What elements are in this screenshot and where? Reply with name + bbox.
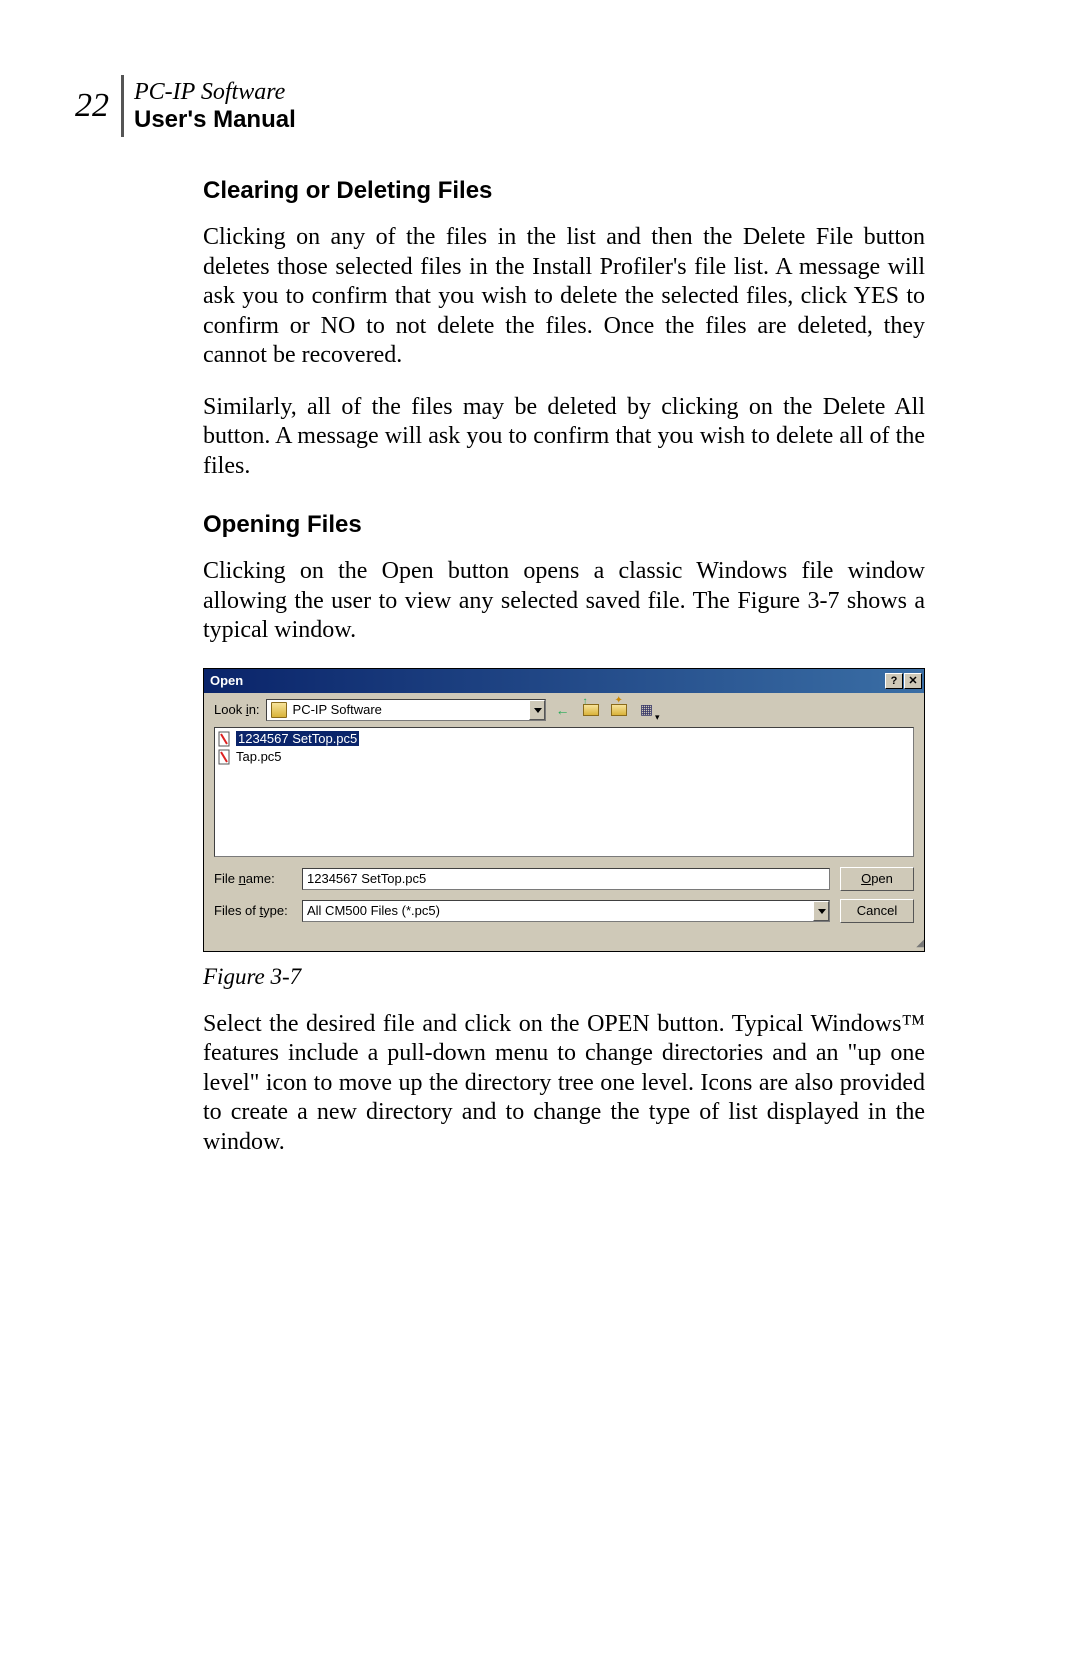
lookin-dropdown-button[interactable]	[529, 700, 545, 720]
up-one-level-icon[interactable]	[580, 699, 602, 721]
lookin-label: Look in:	[214, 702, 260, 717]
header-titles: PC-IP Software User's Manual	[134, 79, 296, 134]
heading-opening: Opening Files	[203, 511, 925, 539]
file-name: 1234567 SetTop.pc5	[236, 731, 359, 746]
manual-title: User's Manual	[134, 106, 296, 134]
para-opening-1: Clicking on the Open button opens a clas…	[203, 557, 925, 646]
page-number: 22	[75, 87, 117, 125]
filetype-combo[interactable]: All CM500 Files (*.pc5)	[302, 900, 830, 922]
open-button[interactable]: Open	[840, 867, 914, 891]
filetype-value: All CM500 Files (*.pc5)	[303, 903, 813, 918]
view-menu-icon[interactable]	[636, 699, 658, 721]
page-content: Clearing or Deleting Files Clicking on a…	[203, 177, 925, 1157]
new-folder-icon[interactable]	[608, 699, 630, 721]
filetype-row: Files of type: All CM500 Files (*.pc5) C…	[214, 899, 914, 923]
back-icon[interactable]	[552, 699, 574, 721]
lookin-value: PC-IP Software	[291, 702, 529, 717]
page-header: 22 PC-IP Software User's Manual	[75, 75, 925, 137]
filename-input[interactable]	[302, 868, 830, 890]
para-clearing-2: Similarly, all of the files may be delet…	[203, 393, 925, 482]
filename-row: File name: Open	[214, 867, 914, 891]
file-item[interactable]: Tap.pc5	[217, 748, 911, 766]
para-clearing-1: Clicking on any of the files in the list…	[203, 223, 925, 371]
file-item[interactable]: 1234567 SetTop.pc5	[217, 730, 911, 748]
file-icon	[217, 731, 233, 747]
open-dialog: Open ? ✕ Look in: PC-IP Software	[203, 668, 925, 952]
header-divider	[121, 75, 124, 137]
dialog-toolbar: Look in: PC-IP Software	[204, 693, 924, 725]
cancel-button[interactable]: Cancel	[840, 899, 914, 923]
manual-page: 22 PC-IP Software User's Manual Clearing…	[0, 0, 1080, 1669]
filetype-dropdown-button[interactable]	[813, 901, 829, 921]
dialog-title: Open	[210, 673, 884, 688]
close-button[interactable]: ✕	[904, 673, 922, 689]
heading-clearing: Clearing or Deleting Files	[203, 177, 925, 205]
dialog-bottom: File name: Open Files of type: All CM500…	[204, 863, 924, 941]
file-icon	[217, 749, 233, 765]
figure-caption: Figure 3-7	[203, 964, 925, 990]
file-name: Tap.pc5	[236, 749, 282, 764]
dialog-titlebar[interactable]: Open ? ✕	[204, 669, 924, 693]
folder-icon	[271, 702, 287, 718]
para-after-figure: Select the desired file and click on the…	[203, 1010, 925, 1158]
resize-grip[interactable]: ◢	[204, 941, 924, 951]
help-button[interactable]: ?	[885, 673, 903, 689]
lookin-combo[interactable]: PC-IP Software	[266, 699, 546, 721]
filename-label: File name:	[214, 871, 292, 886]
file-list-area[interactable]: 1234567 SetTop.pc5 Tap.pc5	[214, 727, 914, 857]
filetype-label: Files of type:	[214, 903, 292, 918]
software-title: PC-IP Software	[134, 79, 296, 106]
